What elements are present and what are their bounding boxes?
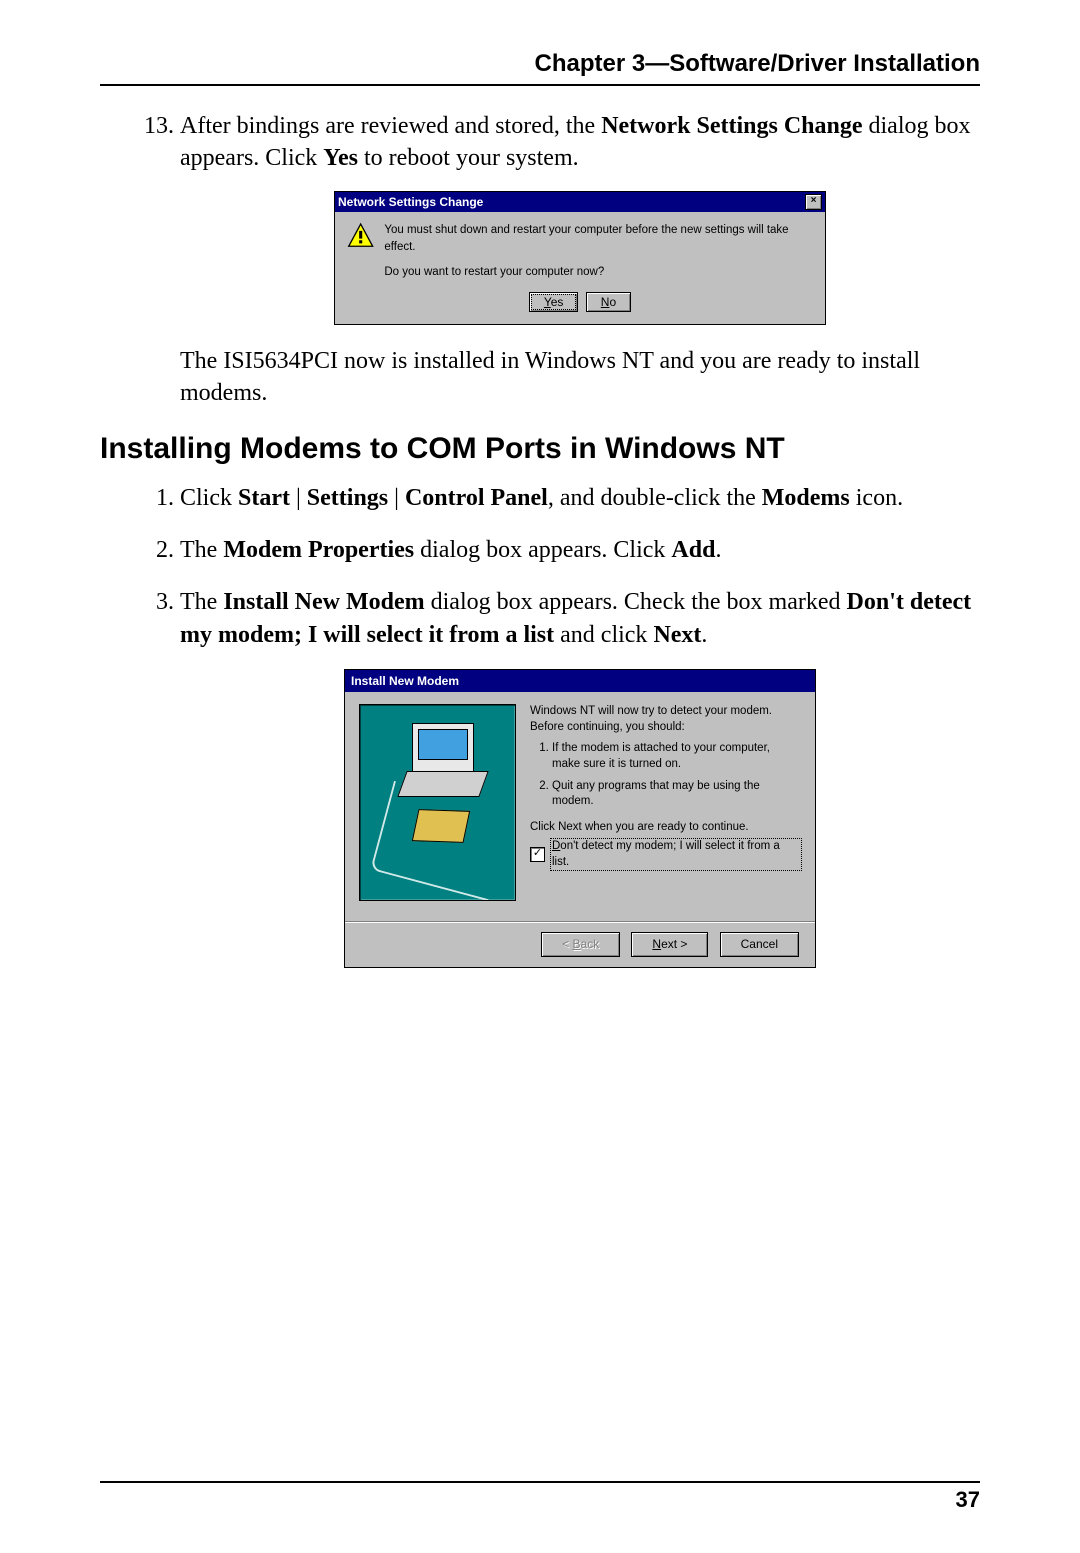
t: | — [388, 485, 405, 511]
wizard-li1: If the modem is attached to your compute… — [552, 741, 801, 772]
warning-icon — [347, 222, 374, 250]
t: N — [652, 937, 661, 951]
dialog-line2: Do you want to restart your computer now… — [384, 264, 813, 281]
t: dialog box appears. Click — [414, 537, 671, 563]
t: es — [551, 295, 564, 309]
no-button[interactable]: No — [586, 292, 631, 312]
back-button: < Back — [541, 932, 620, 956]
t: and click — [554, 622, 653, 648]
t: Next — [653, 622, 701, 648]
t: After bindings are reviewed and stored, … — [180, 113, 601, 139]
dialog-message: You must shut down and restart your comp… — [384, 222, 813, 282]
dialog-titlebar: Network Settings Change × — [335, 192, 825, 212]
dont-detect-label[interactable]: Don't detect my modem; I will select it … — [551, 839, 801, 870]
t: Y — [544, 295, 551, 309]
t: Start — [238, 485, 290, 511]
t: Settings — [307, 485, 388, 511]
page-number: 37 — [956, 1487, 980, 1513]
t: The — [180, 589, 223, 615]
wizard-li2: Quit any programs that may be using the … — [552, 779, 801, 810]
step-2: The Modem Properties dialog box appears.… — [180, 534, 980, 566]
step-3: The Install New Modem dialog box appears… — [180, 586, 980, 967]
t: . — [701, 622, 707, 648]
step-1: Click Start | Settings | Control Panel, … — [180, 482, 980, 514]
step-13: After bindings are reviewed and stored, … — [180, 110, 980, 410]
t: , and double-click the — [548, 485, 762, 511]
t: | — [290, 485, 307, 511]
t: Modem Properties — [223, 537, 414, 563]
dialog-line1: You must shut down and restart your comp… — [384, 222, 813, 257]
t: B — [573, 937, 581, 951]
close-icon[interactable]: × — [805, 194, 822, 210]
t: Add — [671, 537, 715, 563]
t: Install New Modem — [223, 589, 424, 615]
step13-text: After bindings are reviewed and stored, … — [180, 113, 971, 171]
after-step-13-text: The ISI5634PCI now is installed in Windo… — [180, 345, 980, 410]
next-button[interactable]: Next > — [631, 932, 708, 956]
t: ack — [581, 937, 600, 951]
cancel-button[interactable]: Cancel — [720, 932, 799, 956]
dont-detect-checkbox[interactable]: ✓ — [530, 847, 545, 862]
t: < — [562, 937, 572, 951]
yes-button[interactable]: Yes — [529, 292, 579, 312]
t: to reboot your system. — [358, 145, 579, 171]
t: Click — [180, 485, 238, 511]
t: on't detect my modem; I will select it f… — [552, 840, 780, 868]
wizard-continue-text: Click Next when you are ready to continu… — [530, 820, 801, 836]
t: Modems — [762, 485, 850, 511]
t: icon. — [850, 485, 903, 511]
t: ext > — [661, 937, 687, 951]
t: o — [609, 295, 616, 309]
t: Network Settings Change — [601, 113, 862, 139]
dialog-title: Network Settings Change — [338, 194, 483, 210]
footer-rule — [100, 1481, 980, 1483]
chapter-header: Chapter 3—Software/Driver Installation — [100, 50, 980, 86]
t: dialog box appears. Check the box marked — [425, 589, 847, 615]
network-settings-change-dialog: Network Settings Change × You must shut … — [334, 191, 826, 325]
section-heading: Installing Modems to COM Ports in Window… — [100, 432, 980, 466]
t: Yes — [323, 145, 358, 171]
t: . — [715, 537, 721, 563]
wizard-art-icon — [359, 704, 516, 901]
t: The — [180, 537, 223, 563]
install-new-modem-dialog: Install New Modem Windows NT will now tr… — [344, 669, 816, 967]
wizard-intro: Windows NT will now try to detect your m… — [530, 704, 801, 735]
dialog-titlebar: Install New Modem — [345, 670, 815, 692]
t: Control Panel — [405, 485, 548, 511]
